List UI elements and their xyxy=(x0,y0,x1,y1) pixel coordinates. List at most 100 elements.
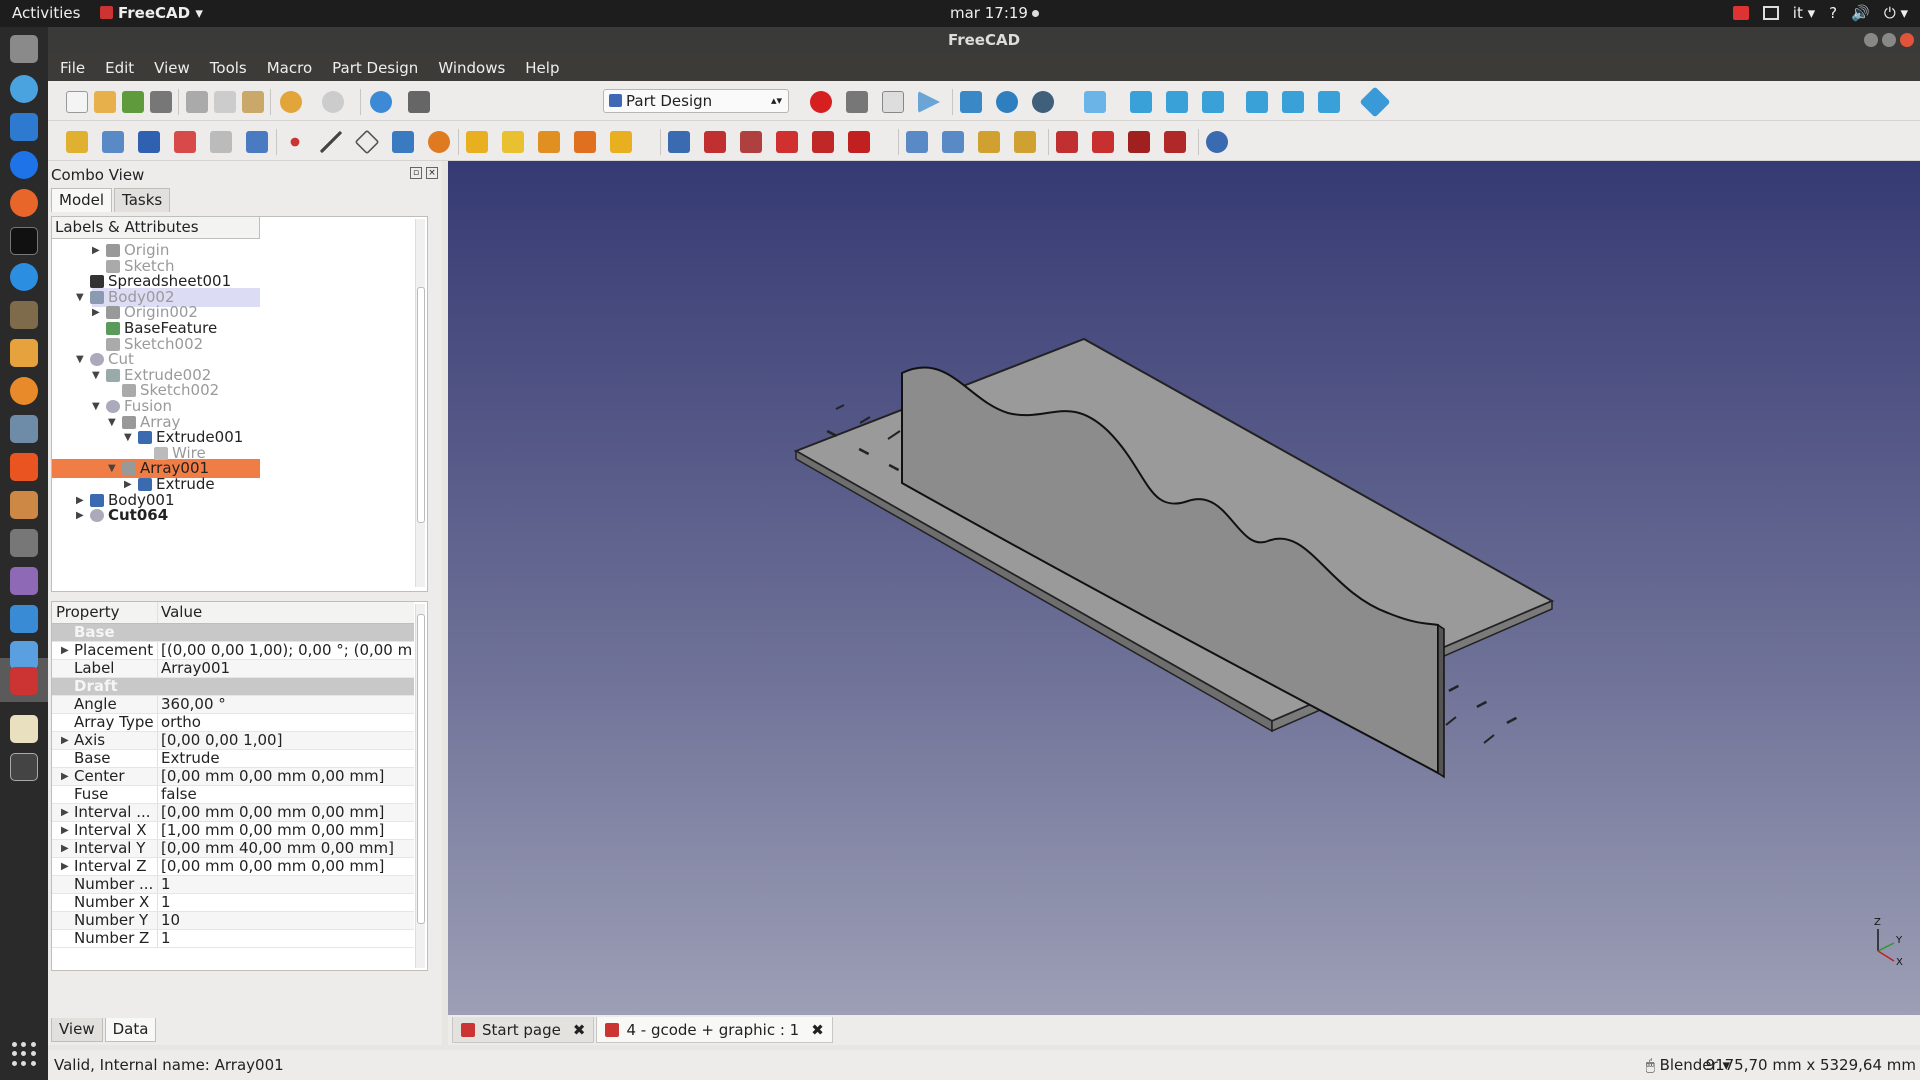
record-macro-icon[interactable] xyxy=(810,91,832,113)
groove-icon[interactable] xyxy=(740,131,762,153)
left-view-icon[interactable] xyxy=(1318,91,1340,113)
property-row[interactable]: Label Array001 xyxy=(52,660,414,678)
property-row[interactable]: Base Extrude xyxy=(52,750,414,768)
subtractive-pipe-icon[interactable] xyxy=(812,131,834,153)
property-value[interactable]: [0,00 mm 0,00 mm 0,00 mm] xyxy=(157,858,412,875)
minimize-icon[interactable] xyxy=(1864,33,1878,47)
model-tree[interactable]: Labels & Attributes ▶ Origin Sketch Spreads… xyxy=(51,216,428,592)
property-row[interactable]: Array Type ortho xyxy=(52,714,414,732)
gimp-icon[interactable] xyxy=(10,301,38,329)
3d-viewport[interactable]: ▬▬ ▬▬ ▬▬ ▬▬ ▬▬ ▬▬ ▬▬ ▬▬ ▬▬ ▬▬ ▬▬ ▬▬ ▬▬ ▬… xyxy=(448,161,1920,1015)
property-row[interactable]: ▶ Interval Z [0,00 mm 0,00 mm 0,00 mm] xyxy=(52,858,414,876)
save-icon[interactable] xyxy=(122,91,144,113)
expand-arrow-icon[interactable]: ▶ xyxy=(61,732,69,749)
redo-icon[interactable] xyxy=(322,91,344,113)
vscode-icon[interactable] xyxy=(10,605,38,633)
menu-windows[interactable]: Windows xyxy=(438,59,505,77)
print-icon[interactable] xyxy=(150,91,172,113)
multitransform-icon[interactable] xyxy=(1014,131,1036,153)
text-editor-icon[interactable] xyxy=(10,715,38,743)
clone-icon[interactable] xyxy=(428,131,450,153)
property-row[interactable]: ▶ Interval X [1,00 mm 0,00 mm 0,00 mm] xyxy=(52,822,414,840)
firefox-icon[interactable] xyxy=(10,189,38,217)
property-value[interactable]: Extrude xyxy=(157,750,412,767)
run-macro-icon[interactable] xyxy=(918,91,940,113)
property-row[interactable]: ▶ Axis [0,00 0,00 1,00] xyxy=(52,732,414,750)
expand-arrow-icon[interactable]: ▶ xyxy=(61,858,69,875)
map-sketch-icon[interactable] xyxy=(210,131,232,153)
network-icon[interactable] xyxy=(10,75,38,103)
menu-help[interactable]: Help xyxy=(525,59,559,77)
tab-view[interactable]: View xyxy=(51,1018,103,1042)
draft-icon[interactable] xyxy=(1128,131,1150,153)
front-view-icon[interactable] xyxy=(1130,91,1152,113)
remote-desktop-icon[interactable] xyxy=(10,415,38,443)
close-tab-icon[interactable]: ✖ xyxy=(573,1021,586,1039)
tab-start-page[interactable]: Start page ✖ xyxy=(452,1017,595,1043)
activities-button[interactable]: Activities xyxy=(12,4,80,22)
pocket-icon[interactable] xyxy=(668,131,690,153)
additive-pipe-icon[interactable] xyxy=(574,131,596,153)
volume-icon[interactable]: 🔊 xyxy=(1851,4,1870,22)
polar-pattern-icon[interactable] xyxy=(978,131,1000,153)
property-value[interactable]: 1 xyxy=(157,876,412,893)
fillet-icon[interactable] xyxy=(1056,131,1078,153)
datum-plane-icon[interactable] xyxy=(354,129,380,155)
property-row[interactable]: ▶ Interval Y [0,00 mm 40,00 mm 0,00 mm] xyxy=(52,840,414,858)
tab-tasks[interactable]: Tasks xyxy=(114,188,171,212)
bottom-view-icon[interactable] xyxy=(1282,91,1304,113)
datum-point-icon[interactable] xyxy=(290,137,300,147)
property-row[interactable]: Number Z1 xyxy=(52,930,414,948)
tree-scroll-thumb[interactable] xyxy=(417,287,425,523)
close-tab-icon[interactable]: ✖ xyxy=(811,1021,824,1039)
property-scrollbar[interactable] xyxy=(415,604,425,968)
video-editor-icon[interactable] xyxy=(10,753,38,781)
clock[interactable]: mar 17:19 xyxy=(950,4,1039,22)
open-icon[interactable] xyxy=(94,91,116,113)
tab-model[interactable]: Model xyxy=(51,188,113,212)
menu-file[interactable]: File xyxy=(60,59,85,77)
virtualbox-icon[interactable] xyxy=(10,641,38,669)
help-icon[interactable]: ? xyxy=(1829,4,1837,22)
keyboard-layout[interactable]: it ▾ xyxy=(1793,4,1815,22)
linear-pattern-icon[interactable] xyxy=(942,131,964,153)
right-view-icon[interactable] xyxy=(1202,91,1224,113)
property-value[interactable]: [0,00 0,00 1,00] xyxy=(157,732,412,749)
create-part-icon[interactable] xyxy=(102,131,124,153)
property-editor[interactable]: Property Value Base ▶ Placement [(0,00 0,00… xyxy=(51,601,428,971)
property-value[interactable]: 1 xyxy=(157,894,412,911)
menu-edit[interactable]: Edit xyxy=(105,59,134,77)
camera-indicator-icon[interactable] xyxy=(1732,6,1749,20)
property-value[interactable]: 360,00 ° xyxy=(157,696,412,713)
property-group[interactable]: Draft xyxy=(52,678,414,696)
close-window-icon[interactable] xyxy=(1900,33,1914,47)
property-row[interactable]: ▶ Interval ... [0,00 mm 0,00 mm 0,00 mm] xyxy=(52,804,414,822)
draw-icon[interactable] xyxy=(10,339,38,367)
property-value[interactable]: 1 xyxy=(157,930,412,947)
expand-arrow-icon[interactable]: ▶ xyxy=(61,768,69,785)
paste-icon[interactable] xyxy=(242,91,264,113)
property-row[interactable]: Fuse false xyxy=(52,786,414,804)
validate-sketch-icon[interactable] xyxy=(174,131,196,153)
property-row[interactable]: Number X1 xyxy=(52,894,414,912)
power-icon[interactable]: ⏻ ▾ xyxy=(1884,4,1908,22)
measure-icon[interactable] xyxy=(1359,86,1391,118)
tab-gcode-graphic[interactable]: 4 - gcode + graphic : 1 ✖ xyxy=(596,1017,833,1043)
float-panel-icon[interactable]: ▫ xyxy=(410,167,422,179)
software-center-icon[interactable] xyxy=(10,453,38,481)
new-document-icon[interactable] xyxy=(66,91,88,113)
top-view-icon[interactable] xyxy=(1166,91,1188,113)
property-value[interactable]: [0,00 mm 40,00 mm 0,00 mm] xyxy=(157,840,412,857)
property-value[interactable]: [1,00 mm 0,00 mm 0,00 mm] xyxy=(157,822,412,839)
menu-tools[interactable]: Tools xyxy=(210,59,247,77)
app-menu[interactable]: FreeCAD ▾ xyxy=(100,4,203,22)
additive-primitive-icon[interactable] xyxy=(610,131,632,153)
maximize-icon[interactable] xyxy=(1882,33,1896,47)
undo-icon[interactable] xyxy=(280,91,302,113)
settings-icon[interactable] xyxy=(10,491,38,519)
menu-view[interactable]: View xyxy=(154,59,190,77)
whats-this-icon[interactable] xyxy=(408,91,430,113)
show-applications-icon[interactable] xyxy=(12,1042,36,1066)
menu-part-design[interactable]: Part Design xyxy=(332,59,418,77)
property-row[interactable]: Number ... 1 xyxy=(52,876,414,894)
